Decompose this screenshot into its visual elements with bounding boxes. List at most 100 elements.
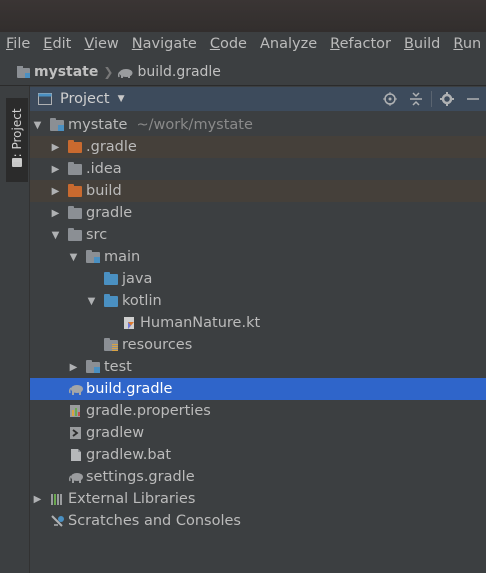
hide-panel-button[interactable] bbox=[460, 87, 486, 111]
minimize-icon bbox=[467, 98, 479, 100]
tree-item-java[interactable]: ▶ java bbox=[30, 268, 486, 290]
tree-item-label: .gradle bbox=[86, 139, 137, 155]
menu-edit-label: dit bbox=[52, 36, 72, 52]
tree-item-label: gradlew.bat bbox=[86, 447, 172, 463]
project-view-title[interactable]: Project bbox=[60, 91, 110, 107]
navigation-bar: mystate ❯ build.gradle bbox=[0, 58, 486, 86]
tree-item-label: build bbox=[86, 183, 122, 199]
tree-item-src[interactable]: ▼ src bbox=[30, 224, 486, 246]
menu-code[interactable]: Code bbox=[204, 36, 254, 52]
scratches-icon bbox=[50, 514, 66, 528]
expanded-arrow-icon[interactable]: ▼ bbox=[68, 252, 79, 263]
tree-item-humannature-kt[interactable]: ▶ HumanNature.kt bbox=[30, 312, 486, 334]
collapsed-arrow-icon[interactable]: ▶ bbox=[32, 494, 43, 505]
tree-item-gradle-properties[interactable]: ▶ gradle.properties bbox=[30, 400, 486, 422]
scroll-from-source-button[interactable] bbox=[377, 87, 403, 111]
tree-item-label: java bbox=[122, 271, 153, 287]
menu-view-label: iew bbox=[93, 36, 119, 52]
tree-item-dot-gradle[interactable]: ▶ .gradle bbox=[30, 136, 486, 158]
excluded-folder-icon bbox=[68, 140, 84, 154]
menu-refactor-label: efactor bbox=[339, 36, 391, 52]
collapsed-arrow-icon[interactable]: ▶ bbox=[50, 164, 61, 175]
tree-item-label: gradlew bbox=[86, 425, 145, 441]
tree-item-root[interactable]: ▼ mystate ~/work/mystate bbox=[30, 114, 479, 136]
text-file-icon bbox=[68, 448, 84, 462]
tree-item-build-gradle[interactable]: ▶ build.gradle bbox=[30, 378, 486, 400]
tree-item-build-folder[interactable]: ▶ build bbox=[30, 180, 486, 202]
project-view-icon bbox=[38, 93, 52, 105]
tree-item-label: External Libraries bbox=[68, 491, 196, 507]
tree-item-main[interactable]: ▼ main bbox=[30, 246, 486, 268]
tree-item-settings-gradle[interactable]: ▶ settings.gradle bbox=[30, 466, 486, 488]
module-folder-icon bbox=[86, 250, 102, 264]
expanded-arrow-icon[interactable]: ▼ bbox=[50, 230, 61, 241]
tree-item-gradle-folder[interactable]: ▶ gradle bbox=[30, 202, 486, 224]
menu-file[interactable]: File bbox=[0, 36, 37, 52]
menu-navigate[interactable]: Navigate bbox=[126, 36, 204, 52]
resources-folder-icon bbox=[104, 338, 120, 352]
main-menu-bar: File Edit View Navigate Code Analyze Ref… bbox=[0, 32, 486, 56]
gear-icon bbox=[440, 92, 454, 106]
menu-code-mnemonic: C bbox=[209, 36, 220, 52]
tree-item-label: test bbox=[104, 359, 132, 375]
collapsed-arrow-icon[interactable]: ▶ bbox=[50, 142, 61, 153]
tree-item-external-libraries[interactable]: ▶ External Libraries bbox=[30, 488, 481, 510]
excluded-folder-icon bbox=[68, 184, 84, 198]
tree-item-label: kotlin bbox=[122, 293, 162, 309]
tree-item-gradlew-bat[interactable]: ▶ gradlew.bat bbox=[30, 444, 486, 466]
menu-build[interactable]: Build bbox=[398, 36, 447, 52]
folder-icon bbox=[68, 228, 84, 242]
menu-view[interactable]: View bbox=[78, 36, 125, 52]
menu-code-label: ode bbox=[219, 36, 247, 52]
folder-icon bbox=[68, 206, 84, 220]
kotlin-file-icon bbox=[122, 316, 138, 330]
gradle-elephant-icon bbox=[68, 382, 84, 396]
breadcrumb-project[interactable]: mystate bbox=[16, 64, 98, 80]
crosshair-icon bbox=[383, 92, 397, 106]
module-folder-icon bbox=[17, 65, 30, 78]
tree-item-label: src bbox=[86, 227, 108, 243]
collapse-all-button[interactable] bbox=[403, 87, 429, 111]
breadcrumb-project-label: mystate bbox=[34, 63, 99, 80]
expanded-arrow-icon[interactable]: ▼ bbox=[32, 120, 43, 131]
tree-item-test[interactable]: ▶ test bbox=[30, 356, 486, 378]
chevron-down-icon[interactable]: ▼ bbox=[118, 94, 125, 104]
tree-item-label: gradle.properties bbox=[86, 403, 211, 419]
menu-view-mnemonic: V bbox=[84, 36, 94, 52]
tree-item-kotlin[interactable]: ▼ kotlin bbox=[30, 290, 486, 312]
gradle-elephant-icon bbox=[68, 470, 84, 484]
collapsed-arrow-icon[interactable]: ▶ bbox=[68, 362, 79, 373]
menu-run[interactable]: Run bbox=[447, 36, 486, 52]
tree-root-label: mystate bbox=[68, 117, 128, 133]
window-title-bar bbox=[0, 0, 486, 32]
collapsed-arrow-icon[interactable]: ▶ bbox=[50, 186, 61, 197]
tree-item-resources[interactable]: ▶ resources bbox=[30, 334, 486, 356]
menu-navigate-label: avigate bbox=[142, 36, 197, 52]
tree-item-label: main bbox=[104, 249, 141, 265]
tree-item-label: gradle bbox=[86, 205, 133, 221]
tree-item-label: resources bbox=[122, 337, 193, 353]
properties-file-icon bbox=[68, 404, 84, 418]
breadcrumb-file[interactable]: build.gradle bbox=[117, 64, 221, 80]
collapsed-arrow-icon[interactable]: ▶ bbox=[50, 208, 61, 219]
tree-item-scratches[interactable]: ▶ Scratches and Consoles bbox=[30, 510, 481, 532]
collapse-all-icon bbox=[410, 92, 422, 106]
module-folder-icon bbox=[50, 118, 66, 132]
breadcrumb-chevron-icon: ❯ bbox=[103, 64, 114, 79]
project-tree: ▼ mystate ~/work/mystate ▶ .gradle ▶ .id… bbox=[30, 113, 486, 573]
menu-refactor-mnemonic: R bbox=[330, 36, 340, 52]
module-folder-icon bbox=[86, 360, 102, 374]
tree-item-idea[interactable]: ▶ .idea bbox=[30, 158, 486, 180]
source-folder-icon bbox=[104, 272, 120, 286]
tree-item-gradlew[interactable]: ▶ gradlew bbox=[30, 422, 486, 444]
menu-edit[interactable]: Edit bbox=[37, 36, 78, 52]
folder-icon bbox=[68, 162, 84, 176]
tree-item-label: HumanNature.kt bbox=[140, 315, 261, 331]
menu-run-mnemonic: R bbox=[453, 36, 463, 52]
expanded-arrow-icon[interactable]: ▼ bbox=[86, 296, 97, 307]
settings-button[interactable] bbox=[434, 87, 460, 111]
project-panel-header: Project ▼ bbox=[30, 87, 486, 111]
menu-refactor[interactable]: Refactor bbox=[324, 36, 398, 52]
menu-analyze[interactable]: Analyze bbox=[254, 36, 324, 52]
tree-item-label: Scratches and Consoles bbox=[68, 513, 241, 529]
